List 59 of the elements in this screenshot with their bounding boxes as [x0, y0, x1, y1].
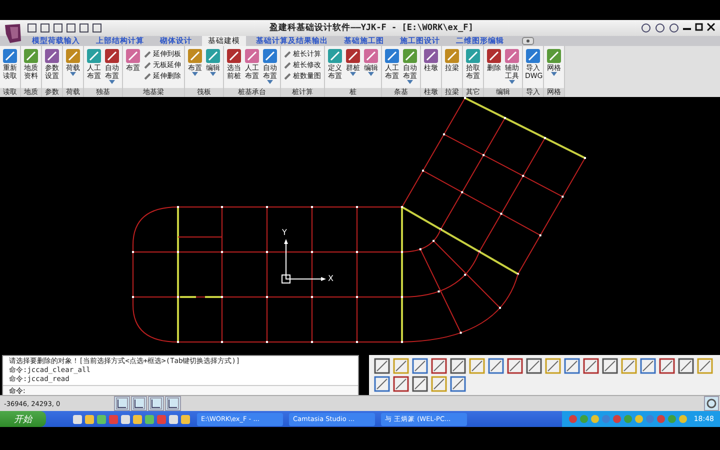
- polar-icon[interactable]: [165, 396, 181, 411]
- ribbon-tool-icon: [525, 48, 541, 64]
- toolbar-icon[interactable]: [602, 358, 618, 374]
- toolbar-icon[interactable]: [393, 376, 409, 392]
- ribbon-tool-icon: [104, 48, 120, 64]
- ribbon-tool-icon: [86, 48, 102, 64]
- close-icon[interactable]: [707, 23, 715, 31]
- toolbar-icon[interactable]: [431, 376, 447, 392]
- axis-label: X: [328, 274, 334, 283]
- toolbar-icon[interactable]: [659, 358, 675, 374]
- collapse-icon[interactable]: [522, 37, 534, 45]
- toolbar-icon[interactable]: [640, 358, 656, 374]
- ribbon-tool-icon: [226, 48, 242, 64]
- ortho-icon[interactable]: [114, 396, 130, 411]
- ribbon-tool-icon: [2, 48, 18, 64]
- ucs-axis-icon: [280, 239, 326, 285]
- ribbon-tool-icon: [244, 48, 260, 64]
- grid-icon[interactable]: [148, 396, 164, 411]
- toolbar-icon[interactable]: [412, 376, 428, 392]
- ribbon-tool-icon: [345, 48, 361, 64]
- toolbar-icon[interactable]: [450, 358, 466, 374]
- ribbon-tool-icon: [363, 48, 379, 64]
- toolbar-icon[interactable]: [583, 358, 599, 374]
- ribbon-tool-icon: [23, 48, 39, 64]
- start-button[interactable]: 开始: [0, 411, 46, 427]
- toolbar-icon[interactable]: [507, 358, 523, 374]
- ribbon-tool-icon: [486, 48, 502, 64]
- ribbon-tool-icon: [546, 48, 562, 64]
- toolbar-icon[interactable]: [488, 358, 504, 374]
- toolbar-icon[interactable]: [526, 358, 542, 374]
- toolbar-icon[interactable]: [564, 358, 580, 374]
- ribbon-tool-icon: [444, 48, 460, 64]
- ribbon-tool-icon: [44, 48, 60, 64]
- toolbar-icon[interactable]: [450, 376, 466, 392]
- ribbon-tool-icon: [262, 48, 278, 64]
- axis-label: Y: [282, 228, 287, 237]
- toolbar-icon[interactable]: [374, 376, 390, 392]
- ribbon-tool-icon: [384, 48, 400, 64]
- ribbon-tool-icon: [423, 48, 439, 64]
- toolbar-icon[interactable]: [431, 358, 447, 374]
- toolbar-icon[interactable]: [545, 358, 561, 374]
- window-title: 盈建科基础设计软件——YJK-F - [E:\WORK\ex_F]: [268, 22, 474, 34]
- ribbon-tool-icon: [125, 48, 141, 64]
- ribbon-tool-icon: [504, 48, 520, 64]
- toolbar-icon[interactable]: [697, 358, 713, 374]
- snap-icon[interactable]: [131, 396, 147, 411]
- ribbon-tool-icon: [402, 48, 418, 64]
- ribbon-tool-icon: [187, 48, 203, 64]
- toolbar-icon[interactable]: [678, 358, 694, 374]
- ribbon-tool-icon: [65, 48, 81, 64]
- toolbar-icon[interactable]: [621, 358, 637, 374]
- toolbar-icon[interactable]: [393, 358, 409, 374]
- ribbon-tool-icon: [465, 48, 481, 64]
- toolbar-icon[interactable]: [469, 358, 485, 374]
- toolbar-icon[interactable]: [412, 358, 428, 374]
- toolbar-icon[interactable]: [374, 358, 390, 374]
- ribbon-tool-icon: [327, 48, 343, 64]
- ribbon-tool-icon: [205, 48, 221, 64]
- restore-icon[interactable]: [695, 23, 703, 31]
